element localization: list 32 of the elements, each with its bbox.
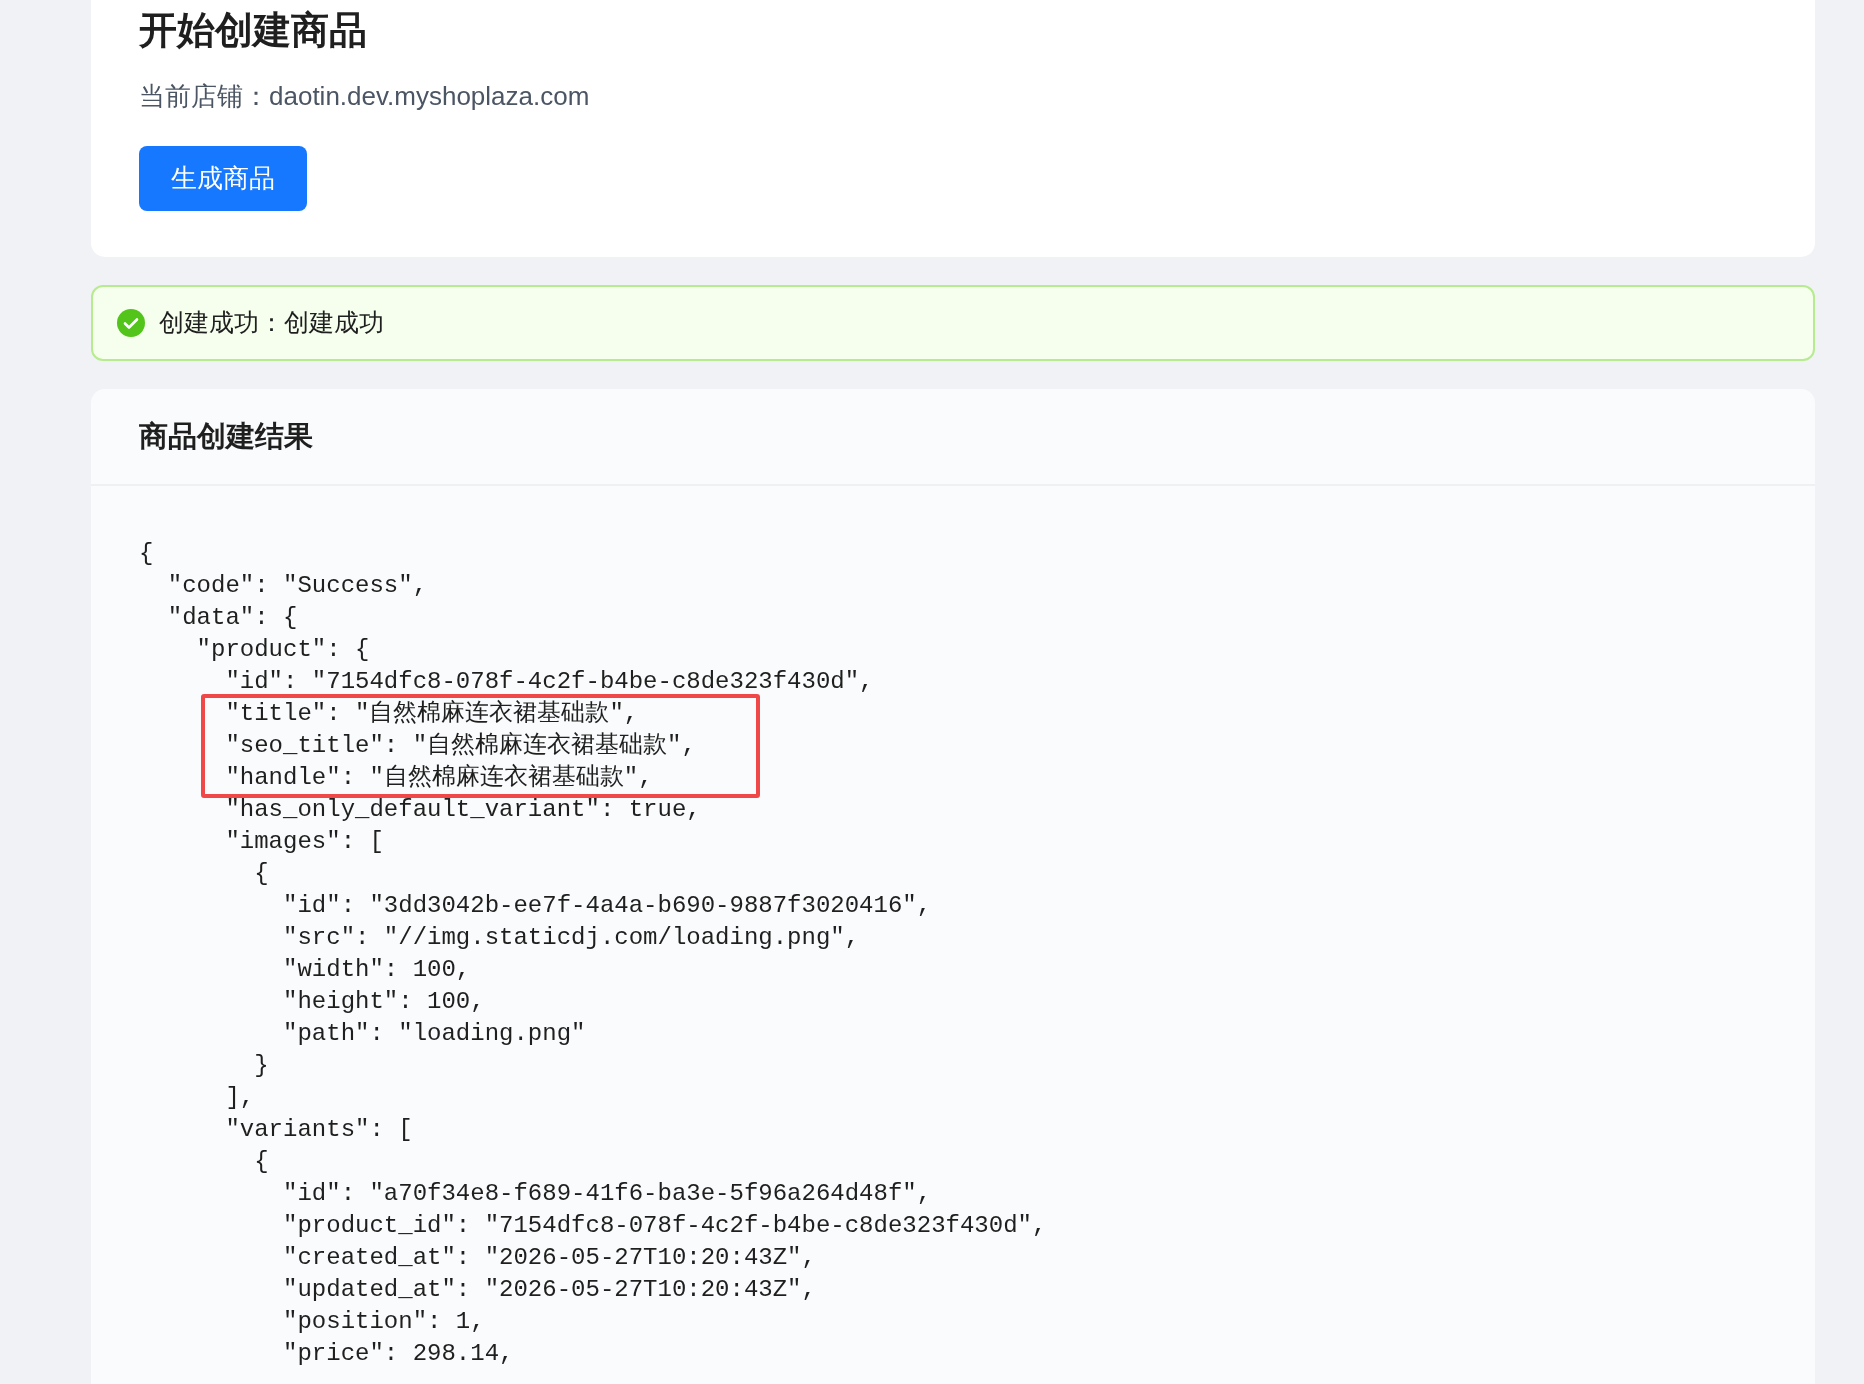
code-line: "seo_title": "自然棉麻连衣裙基础款", [224,731,696,762]
code-line: "height": 100, [282,987,485,1018]
code-line: "code": "Success", [166,571,428,602]
code-line: "id": "7154dfc8-078f-4c2f-b4be-c8de323f430d", [224,667,874,698]
code-line: "id": "a70f34e8-f689-41f6-ba3e-5f96a264d48f", [282,1179,932,1210]
code-line: "product_id": "7154dfc8-078f-4c2f-b4be-c8de323f430d", [282,1211,1047,1242]
code-line: "created_at": "2026-05-27T10:20:43Z", [282,1243,816,1274]
page-title: 开始创建商品 [139,8,368,53]
check-circle-icon [117,309,145,338]
code-line: "path": "loading.png" [282,1019,586,1050]
code-line: "variants": [ [224,1115,413,1146]
code-line: "src": "//img.staticdj.com/loading.png", [282,923,860,954]
code-line: "product": { [195,635,370,666]
store-text: 当前店铺：daotin.dev.myshoplaza.com [139,80,591,114]
code-line: "data": { [166,603,298,634]
code-line: { [253,859,269,890]
generate-button[interactable]: 生成商品 [139,146,307,212]
code-line: "handle": "自然棉麻连衣裙基础款", [224,763,653,794]
code-line: "updated_at": "2026-05-27T10:20:43Z", [282,1275,816,1306]
code-line: ], [224,1083,255,1114]
code-line: { [139,539,154,570]
code-line: "width": 100, [282,955,471,986]
code-line: "title": "自然棉麻连衣裙基础款", [224,699,639,730]
code-line: { [253,1147,269,1178]
code-line: "has_only_default_variant": true, [224,795,701,826]
code-line: "images": [ [224,827,384,858]
code-line: "price": 298.14, [282,1339,514,1370]
code-line: } [253,1051,269,1082]
code-line: "id": "3dd3042b-ee7f-4a4a-b690-9887f3020416", [282,891,932,922]
code-line: "position": 1, [282,1307,485,1338]
result-title: 商品创建结果 [139,419,314,455]
alert-message: 创建成功：创建成功 [159,307,384,339]
